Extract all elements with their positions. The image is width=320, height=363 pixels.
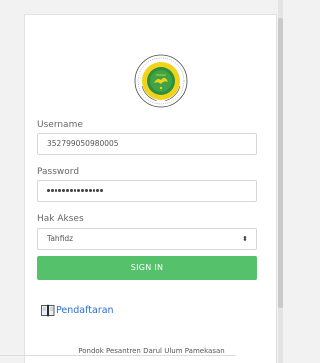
book-icon <box>41 304 55 316</box>
password-dot <box>92 189 96 192</box>
password-dot <box>88 189 92 192</box>
select-updown-icon: ⬍ <box>242 235 248 243</box>
login-card: Username 352799050980005 Password Hak Ak… <box>24 14 277 363</box>
access-label: Hak Akses <box>37 214 84 224</box>
access-select[interactable]: Tahfidz ⬍ <box>37 228 257 250</box>
register-link[interactable]: Pendaftaran <box>41 302 114 318</box>
password-dot <box>54 189 58 192</box>
password-label: Password <box>37 167 80 177</box>
password-field[interactable] <box>37 180 257 202</box>
password-dot <box>77 189 81 192</box>
password-dot <box>47 189 50 192</box>
username-field[interactable]: 352799050980005 <box>37 133 257 155</box>
password-dot <box>96 189 100 192</box>
password-dot <box>100 189 103 192</box>
username-label: Username <box>37 120 83 130</box>
password-dot <box>50 189 54 192</box>
password-dot <box>81 189 84 192</box>
password-dot <box>58 189 62 192</box>
institution-logo <box>134 54 188 108</box>
password-dot <box>62 189 65 192</box>
sign-in-button[interactable]: SIGN IN <box>37 256 257 280</box>
scrollbar-thumb[interactable] <box>278 18 283 308</box>
divider <box>0 355 236 356</box>
password-dot <box>84 189 88 192</box>
access-selected-value: Tahfidz <box>47 234 74 243</box>
vertical-scrollbar[interactable] <box>278 0 283 363</box>
footer-text: Pondok Pesantren Darul Ulum Pamekasan <box>78 347 225 355</box>
register-link-label: Pendaftaran <box>56 304 114 316</box>
password-dot <box>73 189 77 192</box>
password-mask <box>47 189 103 193</box>
password-dot <box>65 189 69 192</box>
password-dot <box>69 189 73 192</box>
